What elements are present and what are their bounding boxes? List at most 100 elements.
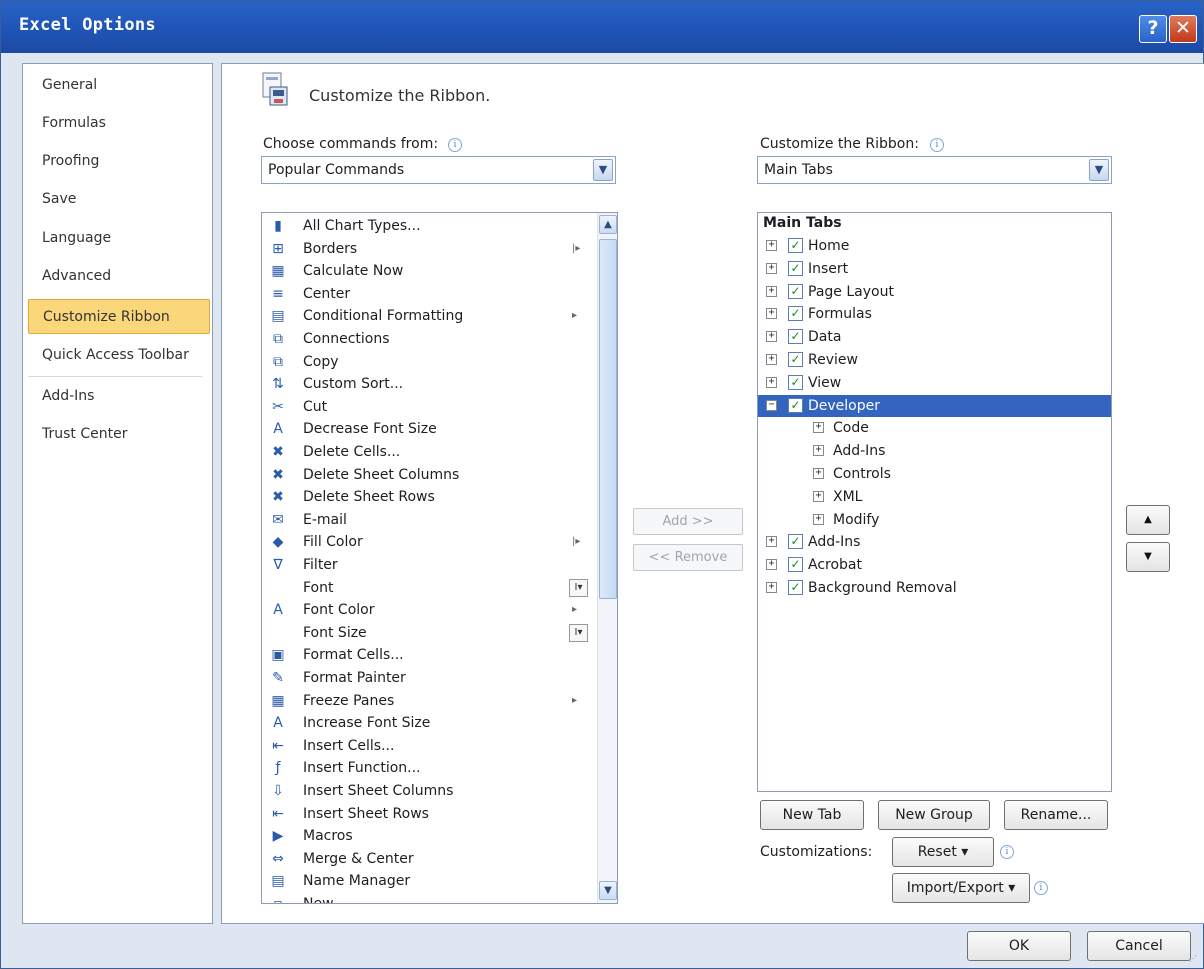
command-item[interactable]: ✂ Cut	[262, 396, 597, 419]
tree-group-item[interactable]: + Code	[758, 417, 1111, 440]
command-item[interactable]: ⇔ Merge & Center	[262, 848, 597, 871]
tree-tab-item[interactable]: + ✓ Add-Ins	[758, 531, 1111, 554]
help-button[interactable]: ?	[1139, 15, 1167, 43]
expand-icon[interactable]: +	[813, 468, 824, 479]
scroll-down-icon[interactable]: ▼	[599, 881, 617, 900]
tab-checkbox[interactable]: ✓	[788, 329, 803, 345]
command-item[interactable]: Font I▾	[262, 577, 597, 600]
command-item[interactable]: ▣ Format Cells...	[262, 644, 597, 667]
nav-item-add-ins[interactable]: Add-Ins	[28, 379, 210, 414]
tab-checkbox[interactable]: ✓	[788, 374, 803, 390]
nav-item-language[interactable]: Language	[28, 221, 210, 256]
nav-item-customize-ribbon[interactable]: Customize Ribbon	[28, 299, 210, 334]
command-item[interactable]: ◆ Fill Color |▸	[262, 531, 597, 554]
new-group-button[interactable]: New Group	[878, 800, 990, 830]
command-item[interactable]: ▮ All Chart Types...	[262, 215, 597, 238]
tab-checkbox[interactable]: ✓	[788, 260, 803, 276]
tree-group-item[interactable]: + Add-Ins	[758, 440, 1111, 463]
nav-item-trust-center[interactable]: Trust Center	[28, 417, 210, 452]
new-tab-button[interactable]: New Tab	[760, 800, 864, 830]
expand-icon[interactable]: +	[766, 285, 777, 297]
expand-icon[interactable]: +	[813, 513, 824, 525]
customize-ribbon-dropdown[interactable]: Main Tabs ▼	[757, 156, 1112, 184]
command-item[interactable]: ⇤ Insert Sheet Rows	[262, 803, 597, 826]
command-item[interactable]: ✎ Format Painter	[262, 667, 597, 690]
ok-button[interactable]: OK	[967, 931, 1071, 961]
command-item[interactable]: A Increase Font Size	[262, 712, 597, 735]
tab-checkbox[interactable]: ✓	[788, 352, 803, 367]
collapse-icon[interactable]: −	[766, 399, 777, 411]
tab-checkbox[interactable]: ✓	[788, 306, 803, 322]
tab-checkbox[interactable]: ✓	[788, 534, 803, 550]
command-item[interactable]: ⇤ Insert Cells...	[262, 735, 597, 758]
commands-list[interactable]: ▫ New ▤ Name Manager ⇔ Merge & Center ▶ Macros ⇤…	[261, 212, 618, 904]
rename-button[interactable]: Rename...	[1004, 800, 1108, 830]
nav-item-general[interactable]: General	[28, 68, 210, 103]
tree-group-item[interactable]: + XML	[758, 486, 1111, 509]
command-item[interactable]: ✖ Delete Sheet Columns	[262, 464, 597, 487]
expand-icon[interactable]: +	[766, 536, 777, 548]
expand-icon[interactable]: +	[766, 559, 777, 571]
nav-item-proofing[interactable]: Proofing	[28, 144, 210, 179]
expand-icon[interactable]: +	[766, 376, 777, 388]
command-item[interactable]: Font Size I▾	[262, 622, 597, 645]
expand-icon[interactable]: +	[766, 262, 777, 274]
nav-item-advanced[interactable]: Advanced	[28, 259, 210, 294]
command-item[interactable]: ▶ Macros	[262, 825, 597, 848]
tree-tab-item[interactable]: + ✓ Page Layout	[758, 281, 1111, 304]
cancel-button[interactable]: Cancel	[1087, 931, 1191, 961]
resize-grip-icon[interactable]: ⋰	[1189, 954, 1197, 963]
commands-list-scrollbar[interactable]: ▲ ▼	[597, 213, 617, 903]
tree-tab-item[interactable]: + ✓ View	[758, 372, 1111, 395]
tree-group-item[interactable]: + Controls	[758, 463, 1111, 486]
expand-icon[interactable]: +	[813, 490, 824, 502]
command-item[interactable]: A Decrease Font Size	[262, 418, 597, 441]
expand-icon[interactable]: +	[766, 331, 777, 343]
nav-item-quick-access-toolbar[interactable]: Quick Access Toolbar	[28, 338, 210, 373]
tree-tab-item[interactable]: + ✓ Formulas	[758, 303, 1111, 326]
command-item[interactable]: ≡ Center	[262, 283, 597, 306]
command-item[interactable]: ⊞ Borders |▸	[262, 238, 597, 261]
command-item[interactable]: ▫ New	[262, 893, 597, 903]
command-item[interactable]: ✖ Delete Sheet Rows	[262, 486, 597, 509]
tree-tab-item[interactable]: + ✓ Insert	[758, 258, 1111, 281]
command-item[interactable]: ✖ Delete Cells...	[262, 441, 597, 464]
command-item[interactable]: ⧉ Connections	[262, 328, 597, 351]
tab-checkbox[interactable]: ✓	[788, 397, 803, 413]
tree-tab-item[interactable]: + ✓ Data	[758, 326, 1111, 349]
expand-icon[interactable]: +	[813, 445, 824, 457]
import-export-button[interactable]: Import/Export ▾	[892, 873, 1030, 903]
command-item[interactable]: ƒ Insert Function...	[262, 757, 597, 780]
tab-checkbox[interactable]: ✓	[788, 580, 803, 595]
scrollbar-thumb[interactable]	[599, 239, 617, 599]
title-bar[interactable]: Excel Options ? ✕	[1, 1, 1203, 53]
tab-checkbox[interactable]: ✓	[788, 238, 803, 253]
close-button[interactable]: ✕	[1169, 15, 1197, 43]
scroll-up-icon[interactable]: ▲	[599, 215, 617, 234]
tree-tab-item[interactable]: + ✓ Review	[758, 349, 1111, 372]
remove-button[interactable]: << Remove	[633, 544, 743, 571]
command-item[interactable]: ⇩ Insert Sheet Columns	[262, 780, 597, 803]
expand-icon[interactable]: +	[766, 308, 777, 320]
chevron-down-icon[interactable]: ▼	[1089, 159, 1109, 181]
command-item[interactable]: ▦ Freeze Panes ▸	[262, 690, 597, 713]
command-item[interactable]: ▤ Name Manager	[262, 870, 597, 893]
nav-item-save[interactable]: Save	[28, 182, 210, 217]
command-item[interactable]: ⧉ Copy	[262, 351, 597, 374]
expand-icon[interactable]: +	[813, 422, 824, 434]
reset-button[interactable]: Reset ▾	[892, 837, 994, 867]
expand-icon[interactable]: +	[766, 240, 777, 251]
nav-item-formulas[interactable]: Formulas	[28, 106, 210, 141]
choose-commands-dropdown[interactable]: Popular Commands ▼	[261, 156, 616, 184]
command-item[interactable]: ▦ Calculate Now	[262, 260, 597, 283]
chevron-down-icon[interactable]: ▼	[593, 159, 613, 181]
move-up-button[interactable]: ▲	[1126, 505, 1170, 535]
command-item[interactable]: ⇅ Custom Sort...	[262, 373, 597, 396]
tree-tab-item[interactable]: + ✓ Home	[758, 235, 1111, 258]
tab-checkbox[interactable]: ✓	[788, 283, 803, 299]
command-item[interactable]: ✉ E-mail	[262, 509, 597, 532]
tree-group-item[interactable]: + Modify	[758, 509, 1111, 532]
command-item[interactable]: ∇ Filter	[262, 554, 597, 577]
tree-tab-item[interactable]: + ✓ Acrobat	[758, 554, 1111, 577]
tree-tab-item[interactable]: + ✓ Background Removal	[758, 577, 1111, 600]
